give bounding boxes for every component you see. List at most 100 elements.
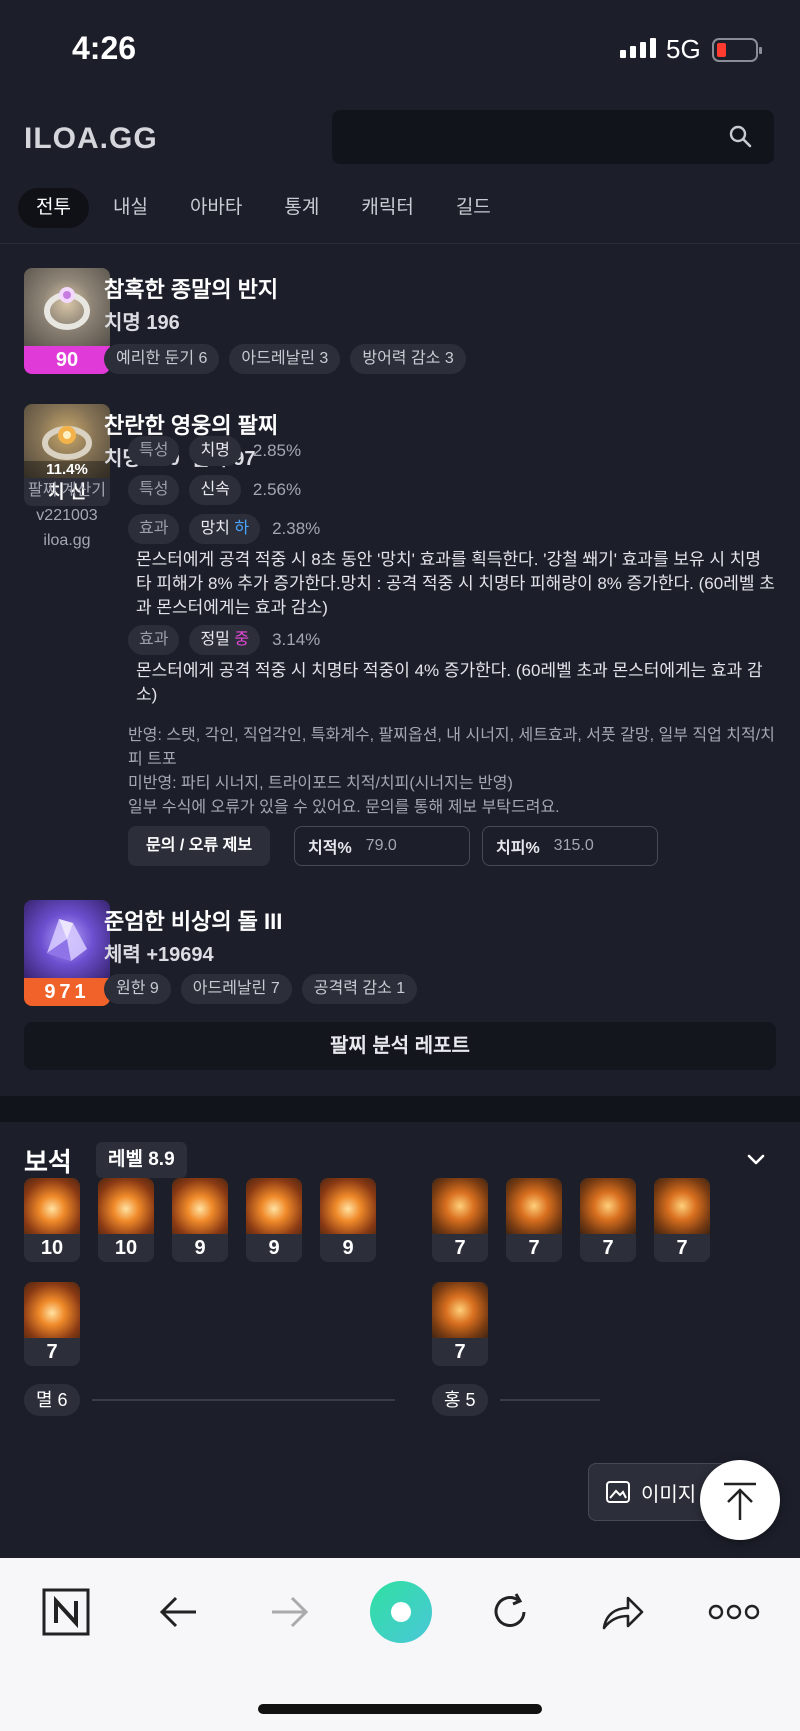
- gem-tile[interactable]: 9: [246, 1178, 302, 1262]
- more-icon[interactable]: [706, 1584, 762, 1640]
- refresh-icon[interactable]: [482, 1584, 538, 1640]
- effect-grade: 중: [234, 631, 250, 648]
- search-input[interactable]: [332, 110, 774, 164]
- line-kind: 특성: [128, 475, 180, 505]
- gem-tile[interactable]: 10: [98, 1178, 154, 1262]
- engraving-chip: 예리한 둔기 6: [104, 344, 220, 374]
- gem-level: 7: [528, 1237, 540, 1259]
- crit-damage-label: 치피%: [496, 840, 540, 857]
- effect-name: 망치: [200, 520, 235, 537]
- battery-icon: [712, 38, 762, 62]
- gem-level: 7: [454, 1237, 466, 1259]
- ring-stats: 치명 196: [104, 312, 180, 334]
- gem-tile[interactable]: 7: [432, 1178, 488, 1262]
- image-button-label: 이미지: [641, 1483, 697, 1506]
- tab-combat[interactable]: 전투: [18, 188, 89, 228]
- gem-tile[interactable]: 9: [172, 1178, 228, 1262]
- line-kind: 특성: [128, 436, 180, 466]
- doom-gem-icon: [172, 1178, 228, 1234]
- gems-level: 레벨 8.9: [96, 1142, 187, 1178]
- line-pct: 3.14%: [272, 630, 321, 649]
- crit-rate-field[interactable]: 치적% 79.0: [294, 826, 470, 866]
- doom-gem-icon: [24, 1178, 80, 1234]
- gem-tile[interactable]: 7: [654, 1178, 710, 1262]
- scroll-top-button[interactable]: [700, 1460, 780, 1540]
- tab-avatar[interactable]: 아바타: [172, 188, 260, 228]
- crit-damage-field[interactable]: 치피% 315.0: [482, 826, 658, 866]
- gem-tile[interactable]: 10: [24, 1178, 80, 1262]
- gem-level: 9: [194, 1237, 206, 1259]
- blaze-gem-icon: [432, 1282, 488, 1338]
- home-indicator: [258, 1704, 542, 1714]
- bracelet-line: 효과 정밀 중 3.14%: [128, 625, 320, 655]
- green-dot-icon[interactable]: [370, 1581, 432, 1643]
- summary-line: [500, 1399, 600, 1401]
- stone-name: 준엄한 비상의 돌 III: [104, 909, 283, 934]
- network-label: 5G: [666, 34, 701, 64]
- crit-damage-value: 315.0: [553, 837, 594, 854]
- tab-stats[interactable]: 통계: [266, 188, 337, 228]
- line-name: 망치 하: [189, 514, 261, 544]
- stone-engravings: 원한 9 아드레날린 7 공격력 감소 1: [104, 974, 418, 1004]
- search-icon[interactable]: [728, 124, 752, 148]
- line-pct: 2.38%: [272, 519, 321, 538]
- status-bar: 4:26 5G: [0, 0, 800, 96]
- bracelet-icon: 11.4%: [24, 404, 110, 478]
- line-pct: 2.56%: [252, 480, 302, 499]
- stone-icon-box[interactable]: 971: [24, 900, 110, 1006]
- gem-tile[interactable]: 7: [432, 1282, 488, 1366]
- forward-arrow-icon[interactable]: [262, 1584, 318, 1640]
- bracelet-line: 효과 망치 하 2.38%: [128, 514, 320, 544]
- blaze-gem-summary: 홍 5: [432, 1384, 488, 1416]
- gem-level: 7: [454, 1341, 466, 1363]
- gem-tile[interactable]: 7: [506, 1178, 562, 1262]
- ring-name: 참혹한 종말의 반지: [104, 277, 279, 302]
- engraving-chip: 공격력 감소 1: [301, 974, 418, 1004]
- gem-tile[interactable]: 7: [24, 1282, 80, 1366]
- bracelet-analysis-button[interactable]: 팔찌 분석 레포트: [24, 1022, 776, 1070]
- gem-tile[interactable]: 7: [580, 1178, 636, 1262]
- gem-tile[interactable]: 9: [320, 1178, 376, 1262]
- gem-level: 7: [46, 1341, 58, 1363]
- summary-line: [92, 1399, 395, 1401]
- ring-icon: [24, 268, 110, 346]
- back-arrow-icon[interactable]: [150, 1584, 206, 1640]
- note-applied: 반영: 스탯, 각인, 직업각인, 특화계수, 팔찌옵션, 내 시너지, 세트효…: [128, 727, 775, 768]
- tab-character[interactable]: 캐릭터: [343, 188, 431, 228]
- stone-quality: 971: [24, 978, 110, 1006]
- section-divider: [0, 1096, 800, 1122]
- chevron-down-icon[interactable]: [746, 1150, 766, 1170]
- engraving-chip: 원한 9: [104, 974, 171, 1004]
- gem-level: 9: [268, 1237, 280, 1259]
- calculator-label: 팔찌 계산기: [27, 482, 107, 499]
- gems-title: 보석: [24, 1147, 72, 1177]
- stone-icon: [24, 900, 110, 978]
- share-icon[interactable]: [594, 1584, 650, 1640]
- ring-quality: 90: [24, 346, 110, 374]
- blaze-gem-icon: [654, 1178, 710, 1234]
- doom-gem-icon: [246, 1178, 302, 1234]
- bracelet-calculator-info: 팔찌 계산기 v221003 iloa.gg: [24, 478, 110, 553]
- calculator-version: v221003: [36, 507, 98, 524]
- line-pct: 2.85%: [252, 441, 302, 460]
- line-kind: 효과: [128, 625, 180, 655]
- bracelet-line: 특성 신속 2.56%: [128, 475, 301, 505]
- naver-home-icon[interactable]: [38, 1584, 94, 1640]
- signal-icon: [620, 38, 656, 58]
- tab-collection[interactable]: 내실: [95, 188, 166, 228]
- crit-rate-label: 치적%: [308, 840, 352, 857]
- crit-rate-value: 79.0: [365, 837, 397, 854]
- engraving-chip: 아드레날린 3: [229, 344, 341, 374]
- site-logo[interactable]: ILOA.GG: [24, 122, 158, 156]
- report-error-button[interactable]: 문의 / 오류 제보: [128, 826, 271, 866]
- engraving-chip: 방어력 감소 3: [350, 344, 466, 374]
- bracelet-top-pct: 11.4%: [24, 461, 110, 478]
- ring-icon-box[interactable]: 90: [24, 268, 110, 374]
- calculator-site: iloa.gg: [43, 532, 91, 549]
- hammer-description: 몬스터에게 공격 적중 시 8초 동안 '망치' 효과를 획득한다. '강철 쐐…: [136, 550, 775, 617]
- blaze-gem-icon: [506, 1178, 562, 1234]
- arrow-up-icon: [724, 1482, 756, 1520]
- line-kind: 효과: [128, 514, 180, 544]
- tab-guild[interactable]: 길드: [438, 188, 509, 228]
- line-name: 치명: [189, 436, 241, 466]
